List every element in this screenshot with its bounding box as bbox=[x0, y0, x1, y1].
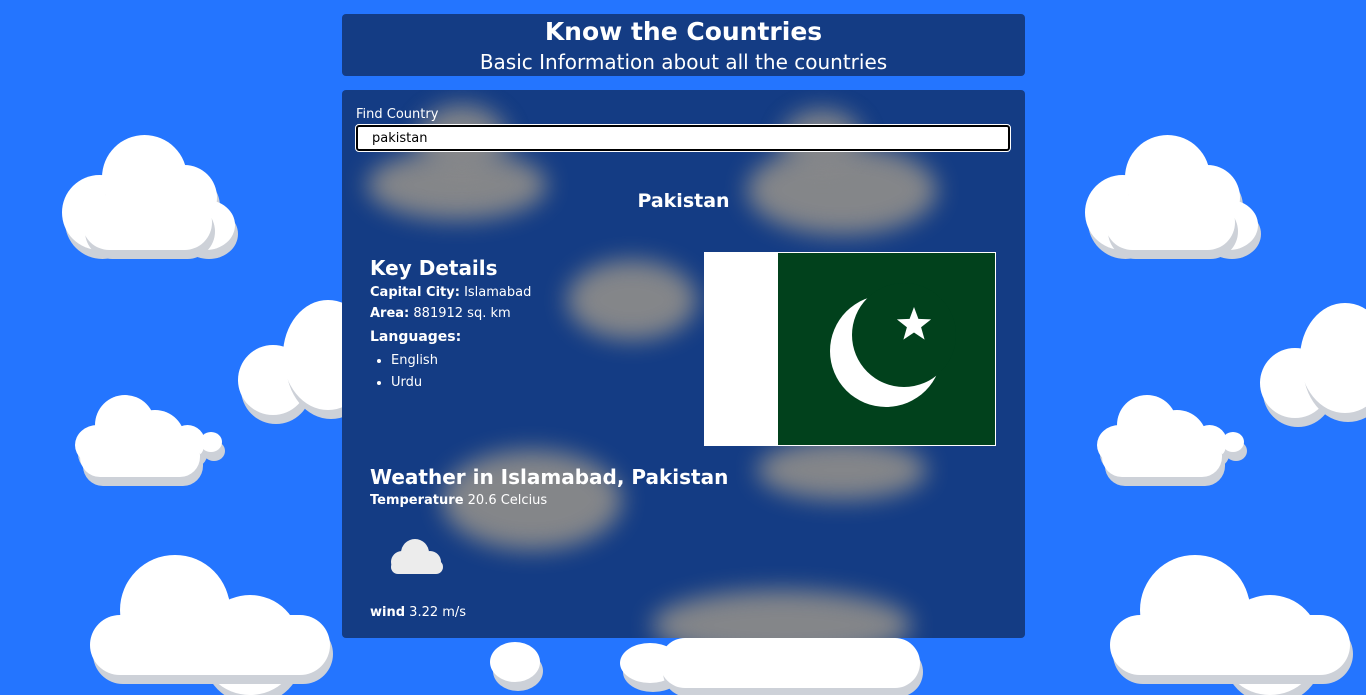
country-panel: Find Country Pakistan Key Details Capita… bbox=[342, 90, 1025, 638]
area-row: Area: 881912 sq. km bbox=[370, 306, 511, 321]
background-cloud-right-3 bbox=[1097, 395, 1247, 485]
background-cloud-right-1 bbox=[1085, 135, 1260, 255]
pakistan-flag-image bbox=[704, 252, 996, 446]
background-cloud-right-2 bbox=[1260, 303, 1366, 428]
cloud-icon bbox=[386, 536, 446, 576]
country-name-heading: Pakistan bbox=[637, 190, 730, 212]
temperature-value: 20.6 Celcius bbox=[467, 493, 548, 508]
capital-city-label: Capital City: bbox=[370, 285, 460, 300]
background-cloud-left-3 bbox=[75, 395, 225, 485]
page-subtitle: Basic Information about all the countrie… bbox=[479, 50, 888, 74]
temperature-label: Temperature bbox=[370, 493, 464, 508]
page-header: Know the Countries Basic Information abo… bbox=[342, 14, 1025, 76]
page-title: Know the Countries bbox=[544, 17, 823, 46]
temperature-row: Temperature 20.6 Celcius bbox=[370, 493, 547, 508]
language-item: English bbox=[391, 350, 438, 372]
background-cloud-left-4 bbox=[90, 555, 335, 695]
wind-label: wind bbox=[370, 605, 406, 620]
background-cloud-bottom-2 bbox=[620, 638, 940, 688]
country-search-input[interactable] bbox=[355, 124, 1011, 152]
weather-heading: Weather in Islamabad, Pakistan bbox=[370, 465, 729, 489]
languages-list: English Urdu bbox=[370, 350, 438, 394]
wind-value: 3.22 m/s bbox=[409, 605, 467, 620]
find-country-label: Find Country bbox=[356, 107, 439, 122]
background-cloud-left-2 bbox=[238, 300, 373, 425]
area-label: Area: bbox=[370, 306, 410, 321]
capital-city-value: Islamabad bbox=[464, 285, 532, 300]
background-cloud-left-1 bbox=[62, 135, 237, 255]
languages-heading: Languages: bbox=[370, 329, 462, 345]
wind-row: wind 3.22 m/s bbox=[370, 605, 466, 620]
background-cloud-bottom-1 bbox=[485, 640, 545, 682]
area-value: 881912 sq. km bbox=[413, 306, 511, 321]
background-cloud-right-4 bbox=[1110, 555, 1355, 695]
language-item: Urdu bbox=[391, 372, 438, 394]
capital-city-row: Capital City: Islamabad bbox=[370, 285, 531, 300]
key-details-heading: Key Details bbox=[370, 256, 498, 280]
